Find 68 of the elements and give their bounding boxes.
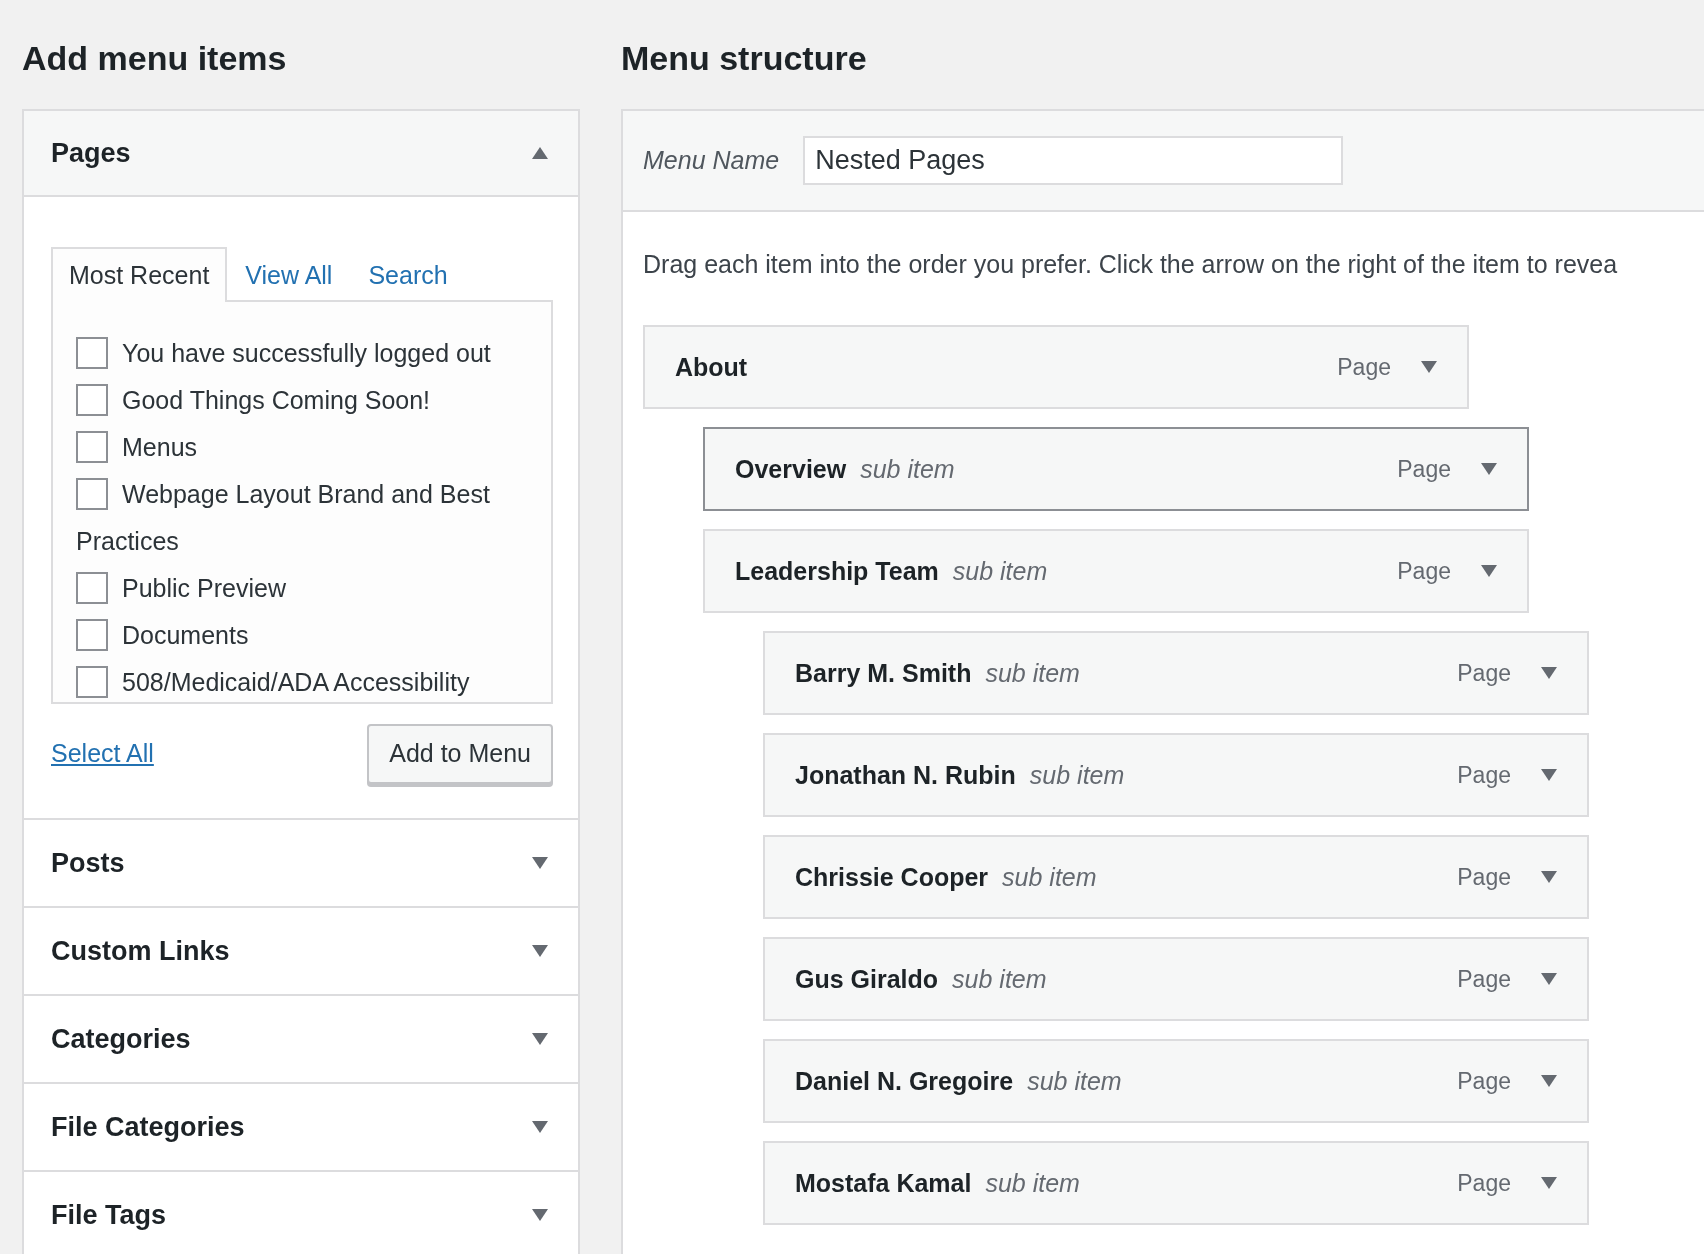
sub-item-label: sub item [1002, 861, 1097, 893]
page-checkbox[interactable]: You have successfully logged out [76, 330, 531, 378]
instructions-text: Drag each item into the order you prefer. Click the arrow on the right of the item to revea [643, 248, 1619, 280]
menu-item-title: About [675, 351, 748, 383]
item-type-label: Page [1457, 1067, 1511, 1097]
expand-caret-icon[interactable] [532, 856, 548, 869]
sub-item-label: sub item [952, 555, 1048, 587]
item-type-label: Page [1397, 455, 1451, 485]
expand-caret-icon[interactable] [1541, 1075, 1557, 1088]
menu-item-bar[interactable]: Daniel N. Gregoire sub item Page [763, 1039, 1589, 1124]
expand-caret-icon[interactable] [532, 1032, 548, 1045]
menu-item-bar[interactable]: Mostafa Kamal sub item Page [763, 1141, 1589, 1226]
expand-caret-icon[interactable] [1541, 667, 1557, 680]
menu-item-title: Chrissie Cooper [795, 861, 989, 893]
expand-caret-icon[interactable] [532, 1208, 548, 1221]
expand-caret-icon[interactable] [1481, 463, 1497, 476]
tab[interactable]: Most Recent [51, 246, 228, 303]
item-type-label: Page [1457, 863, 1511, 893]
menu-item-title: Leadership Team [735, 555, 939, 587]
menu-item-bar[interactable]: Jonathan N. Rubin sub item Page [763, 733, 1589, 818]
menu-item-title: Gus Giraldo [795, 963, 939, 995]
menu-item-bar[interactable]: Overview sub item Page [703, 427, 1529, 512]
section-heading: Add menu items [22, 38, 288, 79]
item-type-label: Page [1457, 761, 1511, 791]
page-checkbox[interactable]: Menus [76, 424, 531, 472]
sub-item-label: sub item [860, 453, 955, 485]
menu-item-bar[interactable]: Gus Giraldo sub item Page [763, 937, 1589, 1022]
expand-caret-icon[interactable] [1541, 1177, 1557, 1190]
item-type-label: Page [1457, 1169, 1511, 1199]
menu-name-field[interactable]: Nested Pages [803, 135, 1344, 185]
item-type-label: Page [1337, 353, 1391, 383]
page-checkbox[interactable]: Documents [76, 612, 531, 660]
item-type-label: Page [1457, 965, 1511, 995]
expand-caret-icon[interactable] [1541, 769, 1557, 782]
item-type-label: Page [1397, 557, 1451, 587]
menu-item-title: Overview [735, 453, 847, 485]
menu-item-title: Daniel N. Gregoire [795, 1065, 1014, 1097]
menu-item-bar[interactable]: Chrissie Cooper sub item Page [763, 835, 1589, 920]
menu-item-bar[interactable]: Barry M. Smith sub item Page [763, 631, 1589, 716]
expand-caret-icon[interactable] [1481, 565, 1497, 578]
expand-caret-icon[interactable] [532, 1120, 548, 1133]
tab[interactable]: View All [227, 246, 351, 303]
menu-item-title: Mostafa Kamal [795, 1167, 972, 1199]
menu-item-bar[interactable]: Leadership Team sub item Page [703, 529, 1529, 614]
select-all-link[interactable]: Select All [51, 735, 154, 773]
tab[interactable]: Search [350, 246, 466, 303]
menu-item-title: Barry M. Smith [795, 657, 972, 689]
sub-item-label: sub item [1029, 759, 1125, 791]
field-label: Menu Name [643, 144, 780, 176]
sub-item-label: sub item [1027, 1065, 1122, 1097]
sub-item-label: sub item [952, 963, 1047, 995]
collapse-caret-icon[interactable] [532, 146, 548, 159]
menu-item-bar[interactable]: About Page [643, 325, 1469, 410]
add-to-menu-button[interactable]: Add to Menu [367, 724, 553, 784]
sub-item-label: sub item [985, 1167, 1080, 1199]
page-checkbox[interactable]: Public Preview [76, 565, 531, 613]
sub-item-label: sub item [985, 657, 1080, 689]
accordion-header[interactable]: Pages [24, 110, 578, 197]
page-checkbox[interactable]: Webpage Layout Brand and Best Practices [76, 471, 531, 566]
section-heading: Menu structure [621, 38, 868, 79]
expand-caret-icon[interactable] [1541, 871, 1557, 884]
expand-caret-icon[interactable] [1421, 361, 1437, 374]
menu-item-title: Jonathan N. Rubin [795, 759, 1016, 791]
expand-caret-icon[interactable] [532, 944, 548, 957]
page-checkbox[interactable]: Good Things Coming Soon! [76, 377, 531, 425]
item-type-label: Page [1457, 659, 1511, 689]
expand-caret-icon[interactable] [1541, 973, 1557, 986]
page-checkbox[interactable]: 508/Medicaid/ADA Accessibility [76, 659, 531, 703]
